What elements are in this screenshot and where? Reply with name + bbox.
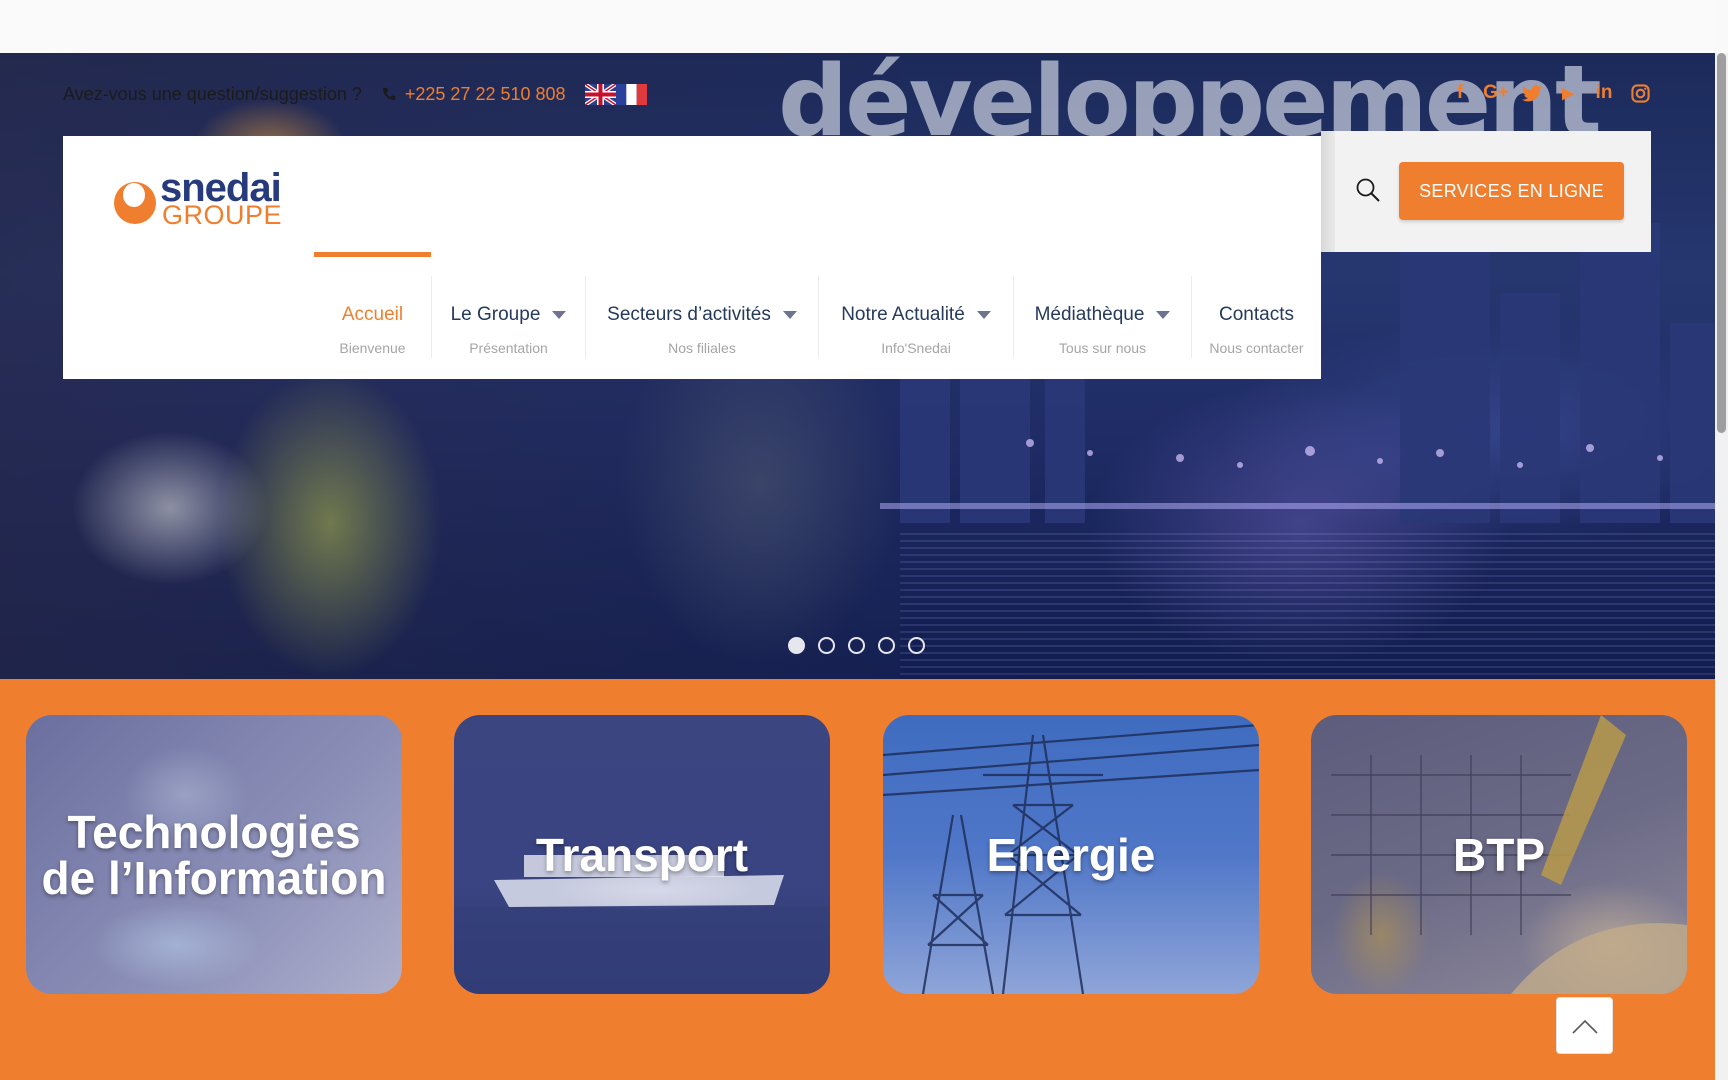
logo-mark-icon [114,182,156,224]
snedai-logo[interactable]: snedai GROUPE [113,166,289,232]
nav-item-sub: Présentation [469,340,548,356]
dropdown-caret-icon [976,310,991,319]
sector-title-line: Technologies [67,805,361,858]
nav-item-label: Accueil [341,304,404,325]
sector-title-line: BTP [1453,828,1545,881]
sector-card-transport[interactable]: Transport [454,715,830,994]
slider-dot[interactable] [788,637,805,654]
dropdown-caret-icon [1156,310,1171,319]
header-actions: SERVICES EN LIGNE [1321,131,1651,252]
sector-card-btp[interactable]: BTP [1311,715,1687,994]
nav-item-label: Médiathèque [1034,304,1145,325]
french-flag-icon[interactable] [615,83,647,105]
slider-dot[interactable] [908,637,925,654]
nav-item-sub: Bienvenue [339,340,406,356]
active-nav-indicator [314,252,431,257]
topbar: Avez-vous une question/suggestion ? +225… [63,80,647,108]
youtube-icon[interactable]: ▶ [1550,80,1586,106]
contact-question: Avez-vous une question/suggestion ? [63,83,362,104]
nav-item-sub: Tous sur nous [1058,340,1147,356]
header-card: snedai GROUPE Accueil Bienvenue Le Group… [63,136,1321,379]
nav-item-sub: Info'Snedai [881,340,951,356]
slider-dot[interactable] [848,637,865,654]
sector-card-technologies[interactable]: Technologies de l’Information [26,715,402,994]
sector-title: Technologies de l’Information [42,809,387,901]
sector-title-line: Energie [986,828,1156,881]
facebook-icon[interactable]: f [1442,80,1478,106]
search-icon[interactable] [1355,177,1381,203]
instagram-icon[interactable] [1622,80,1658,106]
sector-title-line: de l’Information [41,851,387,904]
language-switcher [584,83,647,105]
header-fold [1321,131,1335,252]
scrollbar-thumb[interactable] [1717,53,1726,433]
services-en-ligne-button[interactable]: SERVICES EN LIGNE [1399,162,1624,220]
nav-item-accueil[interactable]: Accueil Bienvenue [314,276,431,358]
hero-water-reflection [900,533,1715,679]
nav-item-label: Le Groupe [450,304,541,325]
sector-title: Energie [987,832,1156,878]
google-plus-icon[interactable]: G+ [1478,80,1514,106]
nav-item-le-groupe[interactable]: Le Groupe Présentation [432,276,585,358]
nav-item-label: Contacts [1219,304,1294,325]
dropdown-caret-icon [782,310,797,319]
phone-link[interactable]: +225 27 22 510 808 [405,84,566,105]
sector-title-line: Transport [535,828,749,881]
logo-sub: GROUPE [162,200,283,230]
english-flag-icon[interactable] [584,83,616,105]
sectors-section: Technologies de l’Information Transport … [0,679,1715,1080]
nav-item-mediatheque[interactable]: Médiathèque Tous sur nous [1014,276,1191,358]
nav-item-label: Notre Actualité [841,304,965,325]
slider-dot[interactable] [878,637,895,654]
chevron-up-icon [1571,1019,1598,1034]
slider-dot[interactable] [818,637,835,654]
top-blank-area [0,0,1715,53]
twitter-icon[interactable] [1514,80,1550,106]
dropdown-caret-icon [552,310,567,319]
sector-title: Transport [536,832,748,878]
phone-icon [382,87,395,101]
nav-item-sub: Nos filiales [668,340,736,356]
nav-item-label: Secteurs d’activités [607,304,771,325]
sector-title: BTP [1453,832,1545,878]
main-nav: Accueil Bienvenue Le Groupe Présentation… [63,276,1321,358]
slider-pagination [788,637,925,654]
sector-card-energie[interactable]: Energie [883,715,1259,994]
nav-item-actualite[interactable]: Notre Actualité Info'Snedai [819,276,1013,358]
linkedin-icon[interactable]: in [1586,80,1622,106]
back-to-top-button[interactable] [1556,997,1613,1054]
nav-item-contacts[interactable]: Contacts Nous contacter [1192,276,1321,358]
social-links: f G+ ▶ in [1442,80,1658,106]
page-scrollbar[interactable] [1715,53,1728,1080]
nav-item-secteurs[interactable]: Secteurs d’activités Nos filiales [586,276,818,358]
nav-item-sub: Nous contacter [1209,340,1304,356]
